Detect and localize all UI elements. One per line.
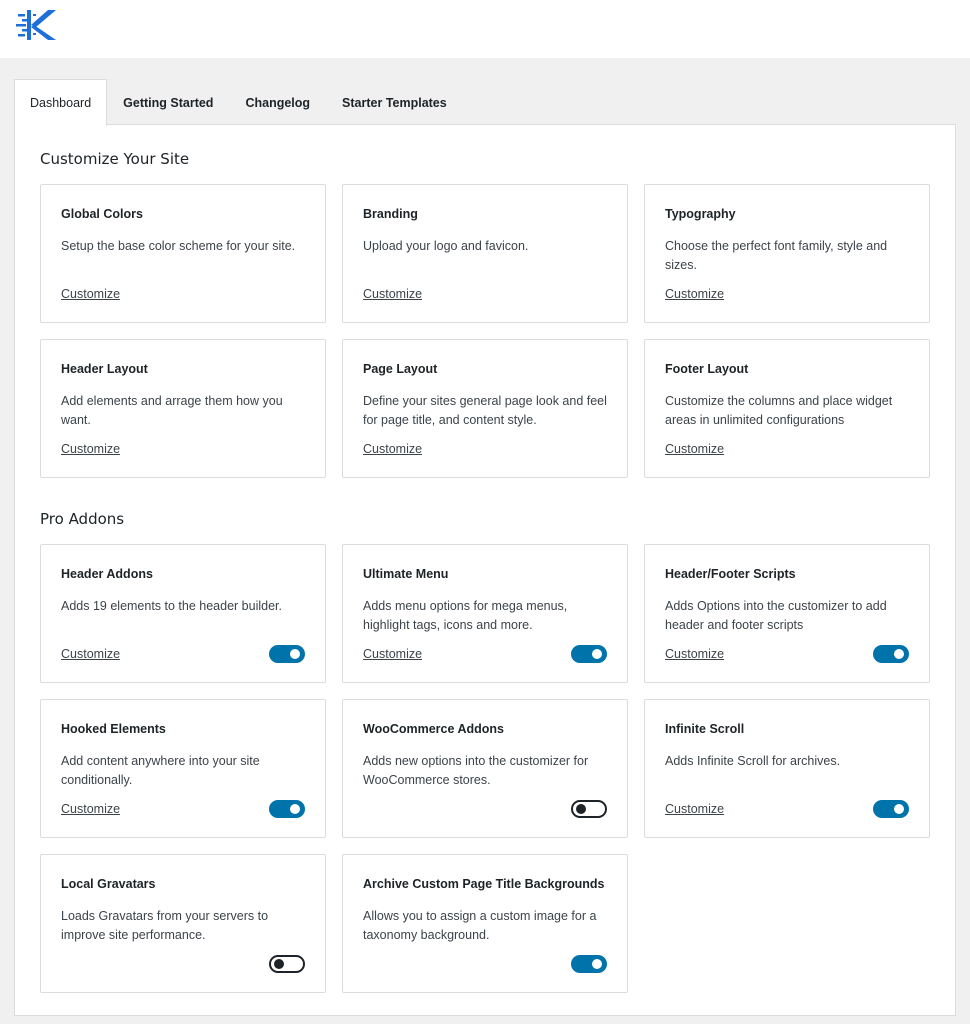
- card-description: Add elements and arrage them how you wan…: [61, 394, 283, 427]
- tab-getting-started[interactable]: Getting Started: [107, 79, 229, 125]
- customize-link[interactable]: Customize: [363, 442, 422, 456]
- customize-link[interactable]: Customize: [665, 647, 724, 661]
- customize-link[interactable]: Customize: [665, 287, 724, 301]
- addon-toggle[interactable]: [571, 800, 607, 818]
- card-page-layout: Page Layout Define your sites general pa…: [342, 339, 628, 478]
- card-title: Local Gravatars: [61, 877, 156, 891]
- card-description: Adds new options into the customizer for…: [363, 754, 589, 787]
- pro-addons-section-title: Pro Addons: [40, 510, 125, 528]
- customize-link[interactable]: Customize: [61, 287, 120, 301]
- toggle-knob: [592, 959, 602, 969]
- customize-link[interactable]: Customize: [61, 442, 120, 456]
- toggle-knob: [274, 959, 284, 969]
- card-title: WooCommerce Addons: [363, 722, 504, 736]
- addon-toggle[interactable]: [873, 800, 909, 818]
- card-description: Customize the columns and place widget a…: [665, 394, 893, 427]
- card-title: Page Layout: [363, 362, 438, 376]
- card-description: Define your sites general page look and …: [363, 394, 607, 427]
- card-infinite-scroll: Infinite Scroll Adds Infinite Scroll for…: [644, 699, 930, 838]
- addon-toggle[interactable]: [269, 955, 305, 973]
- card-description: Adds Options into the customizer to add …: [665, 599, 887, 632]
- toggle-knob: [290, 804, 300, 814]
- dashboard-panel: Customize Your Site Global Colors Setup …: [14, 124, 956, 1016]
- customize-link[interactable]: Customize: [61, 647, 120, 661]
- card-ultimate-menu: Ultimate Menu Adds menu options for mega…: [342, 544, 628, 683]
- card-title: Header/Footer Scripts: [665, 567, 796, 581]
- card-local-gravatars: Local Gravatars Loads Gravatars from you…: [40, 854, 326, 993]
- card-title: Global Colors: [61, 207, 143, 221]
- top-bar: [0, 0, 970, 58]
- card-description: Allows you to assign a custom image for …: [363, 909, 597, 942]
- card-title: Ultimate Menu: [363, 567, 449, 581]
- toggle-knob: [894, 649, 904, 659]
- addon-toggle[interactable]: [269, 800, 305, 818]
- tab-dashboard[interactable]: Dashboard: [14, 79, 108, 126]
- card-description: Loads Gravatars from your servers to imp…: [61, 909, 269, 942]
- customize-link[interactable]: Customize: [363, 287, 422, 301]
- addon-toggle[interactable]: [571, 645, 607, 663]
- card-branding: Branding Upload your logo and favicon. C…: [342, 184, 628, 323]
- card-title: Branding: [363, 207, 418, 221]
- card-archive-page-title-backgrounds: Archive Custom Page Title Backgrounds Al…: [342, 854, 628, 993]
- card-typography: Typography Choose the perfect font famil…: [644, 184, 930, 323]
- card-description: Upload your logo and favicon.: [363, 239, 529, 253]
- toggle-knob: [894, 804, 904, 814]
- card-description: Adds menu options for mega menus, highli…: [363, 599, 568, 632]
- kadence-logo-icon[interactable]: [14, 6, 62, 44]
- card-title: Archive Custom Page Title Backgrounds: [363, 877, 605, 891]
- customize-link[interactable]: Customize: [665, 442, 724, 456]
- addon-toggle[interactable]: [873, 645, 909, 663]
- toggle-knob: [576, 804, 586, 814]
- card-header-layout: Header Layout Add elements and arrage th…: [40, 339, 326, 478]
- card-title: Header Layout: [61, 362, 148, 376]
- card-title: Typography: [665, 207, 736, 221]
- card-description: Adds Infinite Scroll for archives.: [665, 754, 841, 768]
- customize-link[interactable]: Customize: [665, 802, 724, 816]
- toggle-knob: [592, 649, 602, 659]
- tab-changelog[interactable]: Changelog: [229, 79, 326, 125]
- customize-link[interactable]: Customize: [61, 802, 120, 816]
- card-description: Setup the base color scheme for your sit…: [61, 239, 296, 253]
- addon-toggle[interactable]: [571, 955, 607, 973]
- card-title: Infinite Scroll: [665, 722, 745, 736]
- card-header-addons: Header Addons Adds 19 elements to the he…: [40, 544, 326, 683]
- card-title: Hooked Elements: [61, 722, 166, 736]
- card-title: Footer Layout: [665, 362, 749, 376]
- card-title: Header Addons: [61, 567, 153, 581]
- card-description: Add content anywhere into your site cond…: [61, 754, 260, 787]
- customize-section-title: Customize Your Site: [40, 150, 190, 168]
- toggle-knob: [290, 649, 300, 659]
- card-description: Adds 19 elements to the header builder.: [61, 599, 282, 613]
- card-hooked-elements: Hooked Elements Add content anywhere int…: [40, 699, 326, 838]
- customize-link[interactable]: Customize: [363, 647, 422, 661]
- card-footer-layout: Footer Layout Customize the columns and …: [644, 339, 930, 478]
- nav-tabs: Dashboard Getting Started Changelog Star…: [14, 79, 463, 126]
- card-woocommerce-addons: WooCommerce Addons Adds new options into…: [342, 699, 628, 838]
- card-description: Choose the perfect font family, style an…: [665, 239, 888, 272]
- tab-starter-templates[interactable]: Starter Templates: [326, 79, 463, 125]
- card-global-colors: Global Colors Setup the base color schem…: [40, 184, 326, 323]
- addon-toggle[interactable]: [269, 645, 305, 663]
- card-header-footer-scripts: Header/Footer Scripts Adds Options into …: [644, 544, 930, 683]
